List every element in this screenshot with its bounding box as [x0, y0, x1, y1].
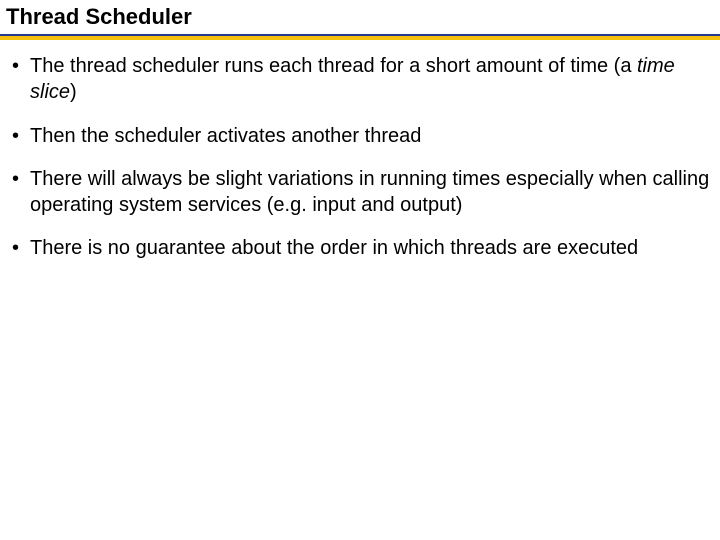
bullet-text: Then the scheduler activates another thr… [30, 125, 421, 147]
bullet-text-post: ) [70, 81, 77, 103]
list-item: The thread scheduler runs each thread fo… [8, 54, 712, 105]
list-item: There is no guarantee about the order in… [8, 236, 712, 262]
bullet-list: The thread scheduler runs each thread fo… [8, 54, 712, 262]
bullet-text-pre: The thread scheduler runs each thread fo… [30, 55, 637, 77]
bullet-text: There will always be slight variations i… [30, 168, 709, 216]
slide-body: The thread scheduler runs each thread fo… [0, 40, 720, 262]
list-item: Then the scheduler activates another thr… [8, 124, 712, 150]
list-item: There will always be slight variations i… [8, 167, 712, 218]
slide-title: Thread Scheduler [6, 4, 714, 30]
bullet-text: There is no guarantee about the order in… [30, 237, 638, 259]
slide-header: Thread Scheduler [0, 0, 720, 32]
